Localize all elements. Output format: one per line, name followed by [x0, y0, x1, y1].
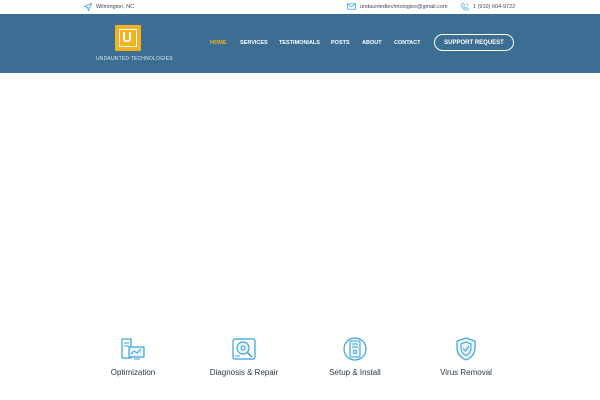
- page: Wilmington, NC undauntedtechnologies@gma…: [0, 0, 600, 400]
- nav-contact[interactable]: CONTACT: [394, 40, 420, 46]
- service-setup-install[interactable]: Setup & Install: [300, 336, 410, 386]
- location-text: Wilmington, NC: [96, 4, 135, 10]
- support-request-button[interactable]: SUPPORT REQUEST: [434, 34, 514, 51]
- brand-name: UNDAUNTED TECHNOLOGIES: [96, 56, 173, 62]
- service-label: Virus Removal: [440, 368, 492, 377]
- email-info[interactable]: undauntedtechnologies@gmail.com: [347, 3, 448, 10]
- top-info-bar: Wilmington, NC undauntedtechnologies@gma…: [0, 0, 600, 14]
- nav-home[interactable]: HOME: [210, 40, 227, 46]
- diagnosis-repair-icon: [232, 338, 256, 360]
- nav-posts[interactable]: POSTS: [331, 40, 350, 46]
- location-arrow-icon: [84, 3, 92, 11]
- setup-install-icon: [343, 337, 367, 361]
- brand-logo[interactable]: UNDAUNTED TECHNOLOGIES: [96, 25, 173, 65]
- nav-about[interactable]: ABOUT: [362, 40, 382, 46]
- virus-removal-icon: [456, 337, 476, 361]
- service-label: Diagnosis & Repair: [209, 368, 279, 377]
- service-label: Setup & Install: [329, 368, 381, 377]
- nav-testimonials[interactable]: TESTIMONIALS: [279, 40, 320, 46]
- location-info: Wilmington, NC: [84, 3, 134, 11]
- optimization-icon: [121, 338, 145, 360]
- site-header: UNDAUNTED TECHNOLOGIES HOME SERVICES TES…: [0, 14, 600, 73]
- service-virus-removal[interactable]: Virus Removal: [411, 336, 521, 386]
- phone-info[interactable]: 1 (910) 604-9722: [461, 3, 515, 11]
- service-optimization[interactable]: Optimization: [78, 336, 188, 386]
- phone-link[interactable]: 1 (910) 604-9722: [473, 4, 515, 10]
- logo-mark-icon: [115, 25, 141, 51]
- phone-icon: [461, 3, 469, 11]
- service-label: Optimization: [110, 368, 156, 377]
- email-link[interactable]: undauntedtechnologies@gmail.com: [360, 4, 448, 10]
- nav-services[interactable]: SERVICES: [240, 40, 268, 46]
- service-diagnosis-repair[interactable]: Diagnosis & Repair: [189, 336, 299, 386]
- envelope-icon: [347, 3, 356, 10]
